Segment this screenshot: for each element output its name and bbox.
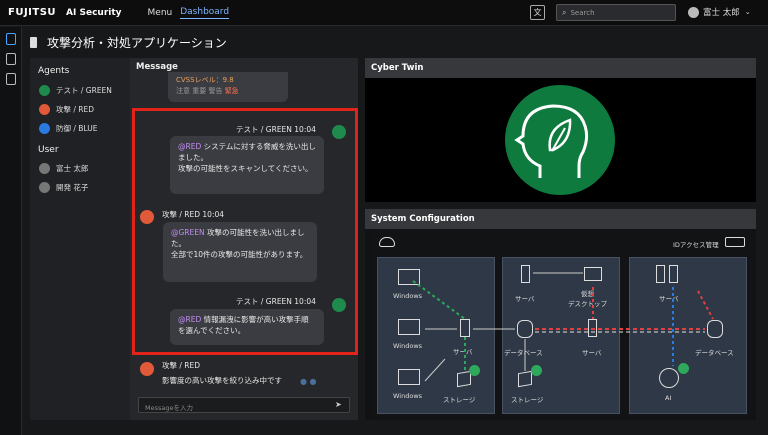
send-icon[interactable]: ➤ [335, 400, 342, 409]
leaf-head-icon [505, 85, 615, 195]
page-title: 攻撃分析・対処アプリケーション [30, 34, 227, 51]
search-icon: ⌕ [562, 7, 567, 17]
cyber-title: Cyber Twin [365, 58, 756, 78]
app-icon[interactable] [6, 33, 16, 45]
agent-label: テスト / GREEN [56, 86, 112, 95]
page-title-text: 攻撃分析・対処アプリケーション [47, 36, 227, 50]
user-name: 富士 太郎 [703, 8, 740, 18]
cvss-text: CVSSレベル：9.8 [176, 76, 234, 84]
chevron-down-icon: ⌄ [744, 8, 751, 16]
message-meta: 攻撃 / RED [162, 361, 201, 370]
system-diagram: IDアクセス管理 Windows Windows Windows サーバ ストレ… [373, 231, 753, 417]
dashboard-link[interactable]: Dashboard [180, 7, 230, 19]
user-item[interactable]: 富士 太郎 [39, 163, 88, 174]
agent-green[interactable]: テスト / GREEN [39, 85, 112, 96]
search-input[interactable]: ⌕ Search [556, 4, 676, 21]
user-label: 富士 太郎 [56, 164, 89, 173]
avatar [39, 182, 50, 193]
user-menu[interactable]: 富士 太郎 ⌄ [688, 6, 751, 18]
app-name: AI Security [66, 7, 122, 18]
head-icon [39, 85, 50, 96]
connections [412, 272, 714, 382]
cyber-twin-panel: Cyber Twin [365, 58, 756, 202]
agents-panel: Agents テスト / GREEN 攻撃 / RED 防御 / BLUE Us… [30, 58, 130, 420]
system-title: System Configuration [365, 209, 756, 229]
head-icon [39, 104, 50, 115]
message-input[interactable]: Messageを入力 [138, 397, 350, 413]
fujitsu-logo: FUJITSU [8, 7, 57, 18]
message-title: Message [136, 62, 178, 72]
menu-link[interactable]: Menu [148, 8, 173, 18]
severity-labels: 注意 重要 警告 [176, 87, 223, 95]
head-icon [39, 123, 50, 134]
highlight-box [132, 108, 358, 355]
typing-dots: ● ● [300, 377, 317, 386]
agent-label: 攻撃 / RED [56, 105, 95, 114]
severity-row: 注意 重要 警告 緊急 [176, 86, 280, 97]
system-configuration-panel: System Configuration IDアクセス管理 Windows Wi… [365, 209, 756, 420]
agent-label: 防御 / BLUE [56, 124, 98, 133]
translate-icon[interactable]: 文 [530, 5, 545, 20]
agent-blue[interactable]: 防御 / BLUE [39, 123, 97, 134]
head-icon [140, 362, 154, 376]
avatar [688, 6, 699, 18]
severity-hot: 緊急 [224, 87, 239, 95]
search-placeholder: Search [570, 8, 595, 17]
user-title: User [38, 145, 59, 155]
user-label: 開発 花子 [56, 183, 89, 192]
document-icon[interactable] [6, 73, 16, 85]
typing-text: 影響度の高い攻撃を絞り込み中です [162, 376, 282, 385]
agents-title: Agents [38, 66, 70, 76]
phone-icon [30, 37, 37, 48]
message-placeholder: Messageを入力 [145, 404, 193, 412]
avatar [39, 163, 50, 174]
message-bubble: CVSSレベル：9.8 注意 重要 警告 緊急 [168, 72, 288, 102]
agent-red[interactable]: 攻撃 / RED [39, 104, 94, 115]
building-icon[interactable] [6, 53, 16, 65]
user-item[interactable]: 開発 花子 [39, 182, 88, 193]
side-rail [0, 27, 22, 435]
